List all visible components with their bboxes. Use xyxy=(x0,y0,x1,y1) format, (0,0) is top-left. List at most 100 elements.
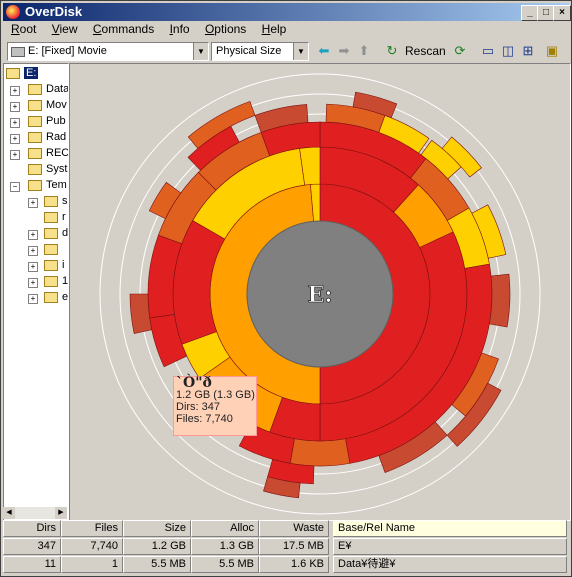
cell-name: Data¥待避¥ xyxy=(333,556,567,573)
cell-waste: 17.5 MB xyxy=(259,538,329,555)
tree-item-label[interactable]: Pub xyxy=(46,115,66,127)
cell-waste: 1.6 KB xyxy=(259,556,329,573)
app-window: OverDisk _ □ × Root View Commands Info O… xyxy=(0,0,572,577)
tree-item-label[interactable]: REC xyxy=(46,147,68,159)
folder-icon xyxy=(28,164,42,175)
header-name[interactable]: Base/Rel Name xyxy=(333,520,567,537)
tree-horizontal-scrollbar[interactable]: ◀ ▶ xyxy=(3,507,67,519)
tree-item-label[interactable]: Syst xyxy=(46,163,67,175)
window-title: OverDisk xyxy=(25,4,83,19)
tree-item-label[interactable]: Mov xyxy=(46,99,67,111)
menu-commands[interactable]: Commands xyxy=(87,21,160,37)
tree-subitem-label[interactable]: r xyxy=(62,211,66,223)
expand-icon[interactable]: + xyxy=(28,230,38,240)
tooltip-dirs: Dirs: 347 xyxy=(176,401,221,413)
folder-icon xyxy=(28,180,42,191)
folder-view-icon[interactable]: ▣ xyxy=(543,42,561,60)
header-size[interactable]: Size xyxy=(123,520,191,537)
cell-files: 7,740 xyxy=(61,538,123,555)
tree-item-label[interactable]: Rad xyxy=(46,131,66,143)
tree-root-label[interactable]: E: xyxy=(24,67,39,79)
back-arrow-icon[interactable]: ⬅ xyxy=(315,42,333,60)
tree-item-label[interactable]: Data xyxy=(46,83,68,95)
drive-select[interactable]: E: [Fixed] Movie ▼ xyxy=(7,42,209,61)
app-icon xyxy=(6,5,20,19)
cell-name: E¥ xyxy=(333,538,567,555)
folder-segment[interactable] xyxy=(489,273,511,328)
tree-subitem-label[interactable]: i xyxy=(62,259,64,271)
tooltip-files: Files: 7,740 xyxy=(176,413,233,425)
refresh-icon[interactable]: ⟳ xyxy=(451,42,469,60)
folder-icon xyxy=(28,132,42,143)
rescan-icon[interactable]: ↻ xyxy=(383,42,401,60)
folder-tree[interactable]: E: + Data + Mov + Pub + Rad + REC Syst −… xyxy=(3,63,69,521)
segment-tooltip: `Ò"ð 1.2 GB (1.3 GB) Dirs: 347 Files: 7,… xyxy=(173,376,257,436)
menu-view[interactable]: View xyxy=(46,21,84,37)
header-files[interactable]: Files xyxy=(61,520,123,537)
expand-icon[interactable]: + xyxy=(28,198,38,208)
header-waste[interactable]: Waste xyxy=(259,520,329,537)
folder-icon xyxy=(28,100,42,111)
folder-icon xyxy=(44,244,58,255)
tree-subitem-label[interactable]: e xyxy=(62,291,68,303)
tooltip-size: 1.2 GB (1.3 GB) xyxy=(176,389,255,401)
disk-usage-view[interactable]: E: xyxy=(69,63,571,521)
cell-alloc: 5.5 MB xyxy=(191,556,259,573)
cell-size: 5.5 MB xyxy=(123,556,191,573)
chevron-down-icon[interactable]: ▼ xyxy=(193,43,208,60)
header-dirs[interactable]: Dirs xyxy=(3,520,61,537)
rescan-button[interactable]: Rescan xyxy=(405,44,446,58)
expand-icon[interactable]: + xyxy=(10,102,20,112)
cell-files: 1 xyxy=(61,556,123,573)
title-bar[interactable]: OverDisk _ □ × xyxy=(3,3,571,21)
expand-icon[interactable]: + xyxy=(10,134,20,144)
menu-info[interactable]: Info xyxy=(164,21,196,37)
tooltip-title: `Ò"ð xyxy=(176,375,212,391)
expand-icon[interactable]: + xyxy=(28,278,38,288)
layout-split-icon[interactable]: ◫ xyxy=(499,42,517,60)
size-mode-select[interactable]: Physical Size ▼ xyxy=(211,42,309,61)
folder-icon xyxy=(44,196,58,207)
folder-icon xyxy=(6,68,20,79)
cell-size: 1.2 GB xyxy=(123,538,191,555)
menu-help[interactable]: Help xyxy=(256,21,293,37)
sunburst-chart[interactable]: E: xyxy=(70,64,570,520)
tree-subitem-label[interactable]: 1 xyxy=(62,275,68,287)
center-disk-label: E: xyxy=(308,282,333,308)
menu-bar: Root View Commands Info Options Help xyxy=(5,21,292,39)
tree-item-label[interactable]: Tem xyxy=(46,179,67,191)
expand-icon[interactable]: + xyxy=(10,118,20,128)
tree-subitem-label[interactable]: s xyxy=(62,195,68,207)
menu-options[interactable]: Options xyxy=(199,21,252,37)
header-alloc[interactable]: Alloc xyxy=(191,520,259,537)
scroll-left-icon[interactable]: ◀ xyxy=(3,507,15,519)
chevron-down-icon[interactable]: ▼ xyxy=(293,43,308,60)
expand-icon[interactable]: + xyxy=(28,262,38,272)
cell-alloc: 1.3 GB xyxy=(191,538,259,555)
folder-icon xyxy=(44,292,58,303)
folder-icon xyxy=(44,228,58,239)
folder-icon xyxy=(28,148,42,159)
menu-root[interactable]: Root xyxy=(5,21,42,37)
expand-icon[interactable]: + xyxy=(10,150,20,160)
expand-icon[interactable]: + xyxy=(28,246,38,256)
cell-dirs: 11 xyxy=(3,556,61,573)
forward-arrow-icon[interactable]: ➡ xyxy=(335,42,353,60)
drive-icon xyxy=(11,47,25,57)
tree-subitem-label[interactable]: d xyxy=(62,227,68,239)
folder-icon xyxy=(44,212,58,223)
collapse-icon[interactable]: − xyxy=(10,182,20,192)
cell-dirs: 347 xyxy=(3,538,61,555)
folder-icon xyxy=(28,84,42,95)
scroll-right-icon[interactable]: ▶ xyxy=(55,507,67,519)
folder-icon xyxy=(44,276,58,287)
folder-segment[interactable] xyxy=(289,438,351,467)
up-arrow-icon[interactable]: ⬆ xyxy=(355,42,373,60)
layout-quad-icon[interactable]: ⊞ xyxy=(519,42,537,60)
expand-icon[interactable]: + xyxy=(10,86,20,96)
folder-icon xyxy=(44,260,58,271)
expand-icon[interactable]: + xyxy=(28,294,38,304)
folder-icon xyxy=(28,116,42,127)
layout-single-icon[interactable]: ▭ xyxy=(479,42,497,60)
close-button[interactable]: × xyxy=(553,5,571,21)
